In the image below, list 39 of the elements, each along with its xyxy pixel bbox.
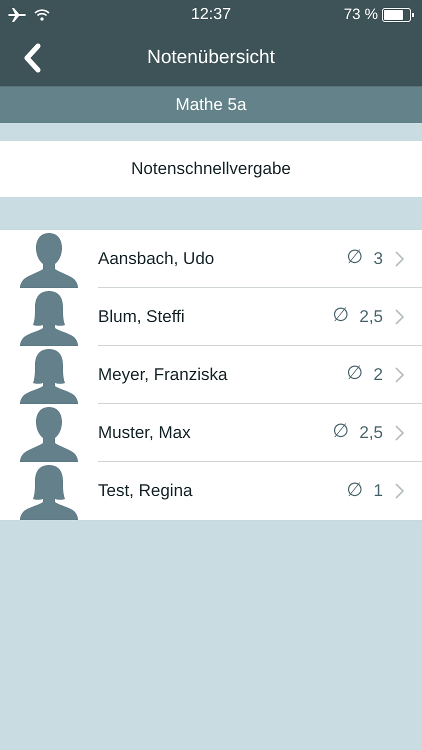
average-symbol: ∅ xyxy=(332,420,350,444)
clock-time: 12:37 xyxy=(190,5,232,25)
grade-average: 1 xyxy=(374,480,383,502)
grade-average: 3 xyxy=(374,248,383,270)
grade-average: 2,5 xyxy=(359,306,383,328)
student-row[interactable]: Test, Regina ∅ 1 xyxy=(0,462,422,520)
chevron-right-icon xyxy=(395,366,404,382)
student-name: Aansbach, Udo xyxy=(98,248,216,270)
student-name: Meyer, Franziska xyxy=(98,364,228,386)
person-silhouette-icon xyxy=(20,289,78,346)
chevron-right-icon xyxy=(395,483,404,499)
student-row[interactable]: Blum, Steffi ∅ 2,5 xyxy=(0,288,422,346)
person-silhouette-icon xyxy=(20,347,78,404)
student-row[interactable]: Aansbach, Udo ∅ 3 xyxy=(0,230,422,288)
battery-icon xyxy=(382,8,414,22)
battery-percentage: 73 % xyxy=(344,4,378,25)
chevron-right-icon xyxy=(395,424,404,440)
quick-grading-button[interactable]: Notenschnellvergabe xyxy=(0,141,422,197)
class-header: Mathe 5a xyxy=(0,86,422,123)
average-symbol: ∅ xyxy=(346,246,364,270)
student-row[interactable]: Meyer, Franziska ∅ 2 xyxy=(0,346,422,404)
person-silhouette-icon xyxy=(20,231,78,288)
person-silhouette-icon xyxy=(20,405,78,462)
student-name: Blum, Steffi xyxy=(98,306,186,328)
chevron-right-icon xyxy=(395,308,404,324)
person-silhouette-icon xyxy=(20,463,78,520)
average-symbol: ∅ xyxy=(332,304,350,328)
chevron-right-icon xyxy=(395,250,404,266)
average-symbol: ∅ xyxy=(346,478,364,503)
average-symbol: ∅ xyxy=(346,362,364,386)
wifi-icon xyxy=(34,9,50,21)
student-name: Test, Regina xyxy=(98,480,194,502)
grade-average: 2,5 xyxy=(359,422,383,444)
screen-title: Notenübersicht xyxy=(147,46,275,70)
student-name: Muster, Max xyxy=(98,422,192,444)
grade-average: 2 xyxy=(374,364,383,386)
back-chevron-icon xyxy=(23,43,41,73)
student-row[interactable]: Muster, Max ∅ 2,5 xyxy=(0,404,422,462)
airplane-icon xyxy=(8,8,26,22)
